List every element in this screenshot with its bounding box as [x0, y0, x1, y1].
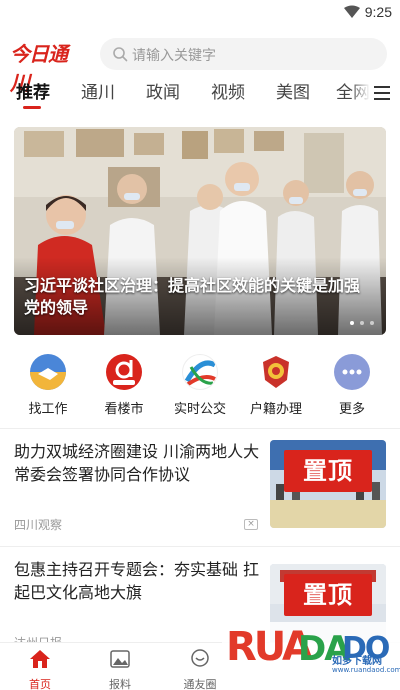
status-bar: 9:25 [0, 0, 400, 26]
chat-circle-icon [191, 649, 209, 667]
watermark-cn: 如多下载网 [332, 656, 382, 667]
tab-photos[interactable]: 美图 [276, 78, 310, 103]
category-tabs: 推荐 通川 政闻 视频 美图 全网 [0, 78, 400, 109]
more-icon [334, 354, 370, 390]
watermark-url: www.ruandaod.com [332, 666, 400, 674]
service-realtime-bus[interactable]: 实时公交 [165, 354, 235, 417]
service-label: 户籍办理 [249, 402, 302, 417]
nav-report[interactable]: 报料 [90, 649, 150, 690]
search-icon [113, 47, 128, 62]
service-property[interactable]: 看楼市 [89, 354, 159, 417]
section-divider [0, 428, 400, 429]
news-item[interactable]: 助力双城经济圈建设 川渝两地人大常委会签署协同合作协议 四川观察 × 置顶 [14, 440, 386, 540]
channel-menu-icon[interactable] [374, 86, 390, 100]
pinned-badge: 置顶 [284, 450, 372, 492]
status-time: 9:25 [364, 4, 392, 20]
search-bar[interactable]: 请输入关键字 [100, 38, 387, 70]
service-household-registration[interactable]: 户籍办理 [241, 354, 311, 417]
service-label: 实时公交 [173, 402, 226, 417]
service-label: 更多 [338, 402, 365, 417]
active-tab-indicator [23, 106, 41, 109]
carousel-dot [350, 321, 354, 325]
hero-caption: 习近平谈社区治理：提高社区效能的关键是加强党的领导 [24, 276, 361, 317]
nav-label: 首页 [29, 678, 51, 690]
service-more[interactable]: 更多 [317, 354, 387, 417]
carousel-dot [370, 321, 374, 325]
watermark-logo: RUA DA DO [222, 622, 400, 690]
news-source: 四川观察 [14, 518, 63, 532]
app-logo[interactable]: 今日通川 [10, 38, 80, 95]
nav-home[interactable]: 首页 [10, 649, 70, 690]
search-placeholder: 请输入关键字 [132, 48, 216, 64]
service-label: 看楼市 [104, 402, 144, 417]
pinned-badge: 置顶 [284, 574, 372, 616]
hero-banner[interactable]: 习近平谈社区治理：提高社区效能的关键是加强党的领导 [14, 127, 386, 335]
bus-route-icon [182, 354, 218, 390]
section-divider [0, 546, 400, 547]
tab-tongchuan[interactable]: 通川 [81, 78, 115, 103]
wifi-icon [344, 5, 360, 18]
quick-services: 找工作 看楼市 实时公交 户籍办理 更多 [0, 354, 400, 418]
dismiss-icon[interactable]: × [244, 519, 258, 530]
tab-politics[interactable]: 政闻 [146, 78, 180, 103]
app-header: 今日通川 请输入关键字 [0, 34, 400, 95]
news-thumbnail: 置顶 [270, 440, 386, 528]
tab-recommend[interactable]: 推荐 [16, 78, 50, 103]
tabs-fade [350, 78, 370, 106]
service-find-job[interactable]: 找工作 [13, 354, 83, 417]
nav-label: 报料 [109, 678, 131, 690]
nav-friends-circle[interactable]: 通友圈 [170, 649, 230, 690]
news-title: 助力双城经济圈建设 川渝两地人大常委会签署协同合作协议 [14, 442, 260, 484]
tab-video[interactable]: 视频 [211, 78, 245, 103]
carousel-dots [350, 321, 374, 325]
photo-report-icon [110, 650, 130, 668]
nav-label: 通友圈 [183, 678, 217, 690]
police-badge-icon [258, 354, 294, 390]
d-logo-icon [106, 354, 142, 390]
home-icon [30, 650, 50, 668]
carousel-dot [360, 321, 364, 325]
service-label: 找工作 [28, 402, 68, 417]
site-watermark: RUA DA DO 如多下载网 www.ruandaod.com [222, 612, 400, 690]
handshake-icon [30, 354, 66, 390]
news-title: 包惠主持召开专题会：夯实基础 扛起巴文化高地大旗 [14, 560, 260, 602]
